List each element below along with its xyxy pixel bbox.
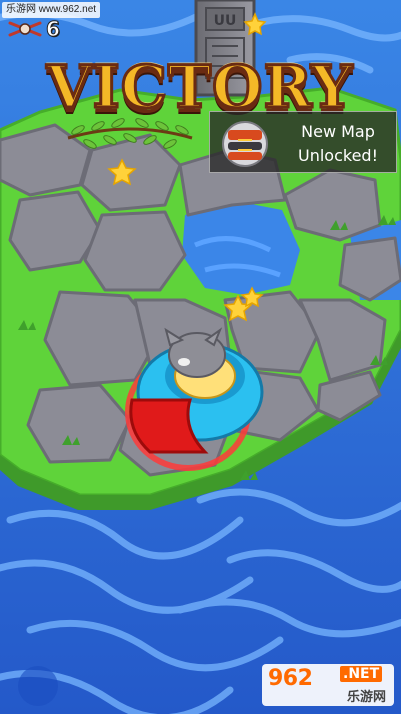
unlock-line-1: New Map xyxy=(301,122,375,141)
watermark-bottom: 962 .NET 乐游网 xyxy=(262,664,394,706)
watermark-brand: 962 xyxy=(268,666,313,691)
joystick-indicator xyxy=(18,666,58,706)
unlock-message: New Map Unlocked! xyxy=(282,120,394,168)
unlock-line-2: Unlocked! xyxy=(298,146,378,165)
arena-map-icon xyxy=(222,121,268,167)
watermark-sub: 乐游网 xyxy=(346,690,386,705)
svg-text:UU: UU xyxy=(214,13,237,29)
watermark-tld: .NET xyxy=(340,666,383,682)
kill-count: 6 xyxy=(46,17,61,42)
watermark-top: 乐游网 www.962.net xyxy=(2,2,101,18)
skull-kills-icon xyxy=(8,21,42,37)
new-map-unlocked-banner: New Map Unlocked! xyxy=(209,111,397,173)
laurel-wreath-icon xyxy=(67,118,193,149)
kill-counter: 6 xyxy=(8,17,61,42)
